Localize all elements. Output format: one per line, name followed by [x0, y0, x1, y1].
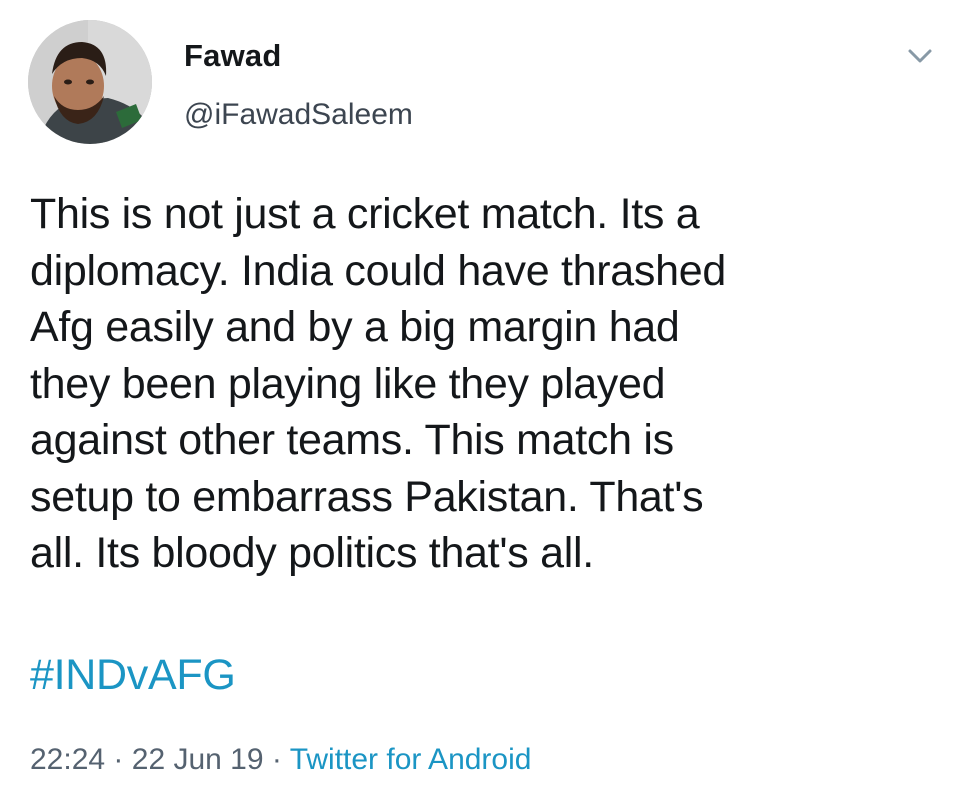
- tweet-meta: 22:24 · 22 Jun 19 · Twitter for Android: [30, 742, 531, 778]
- avatar-image: [28, 20, 152, 144]
- meta-separator: ·: [113, 743, 124, 776]
- tweet-time[interactable]: 22:24: [30, 743, 105, 776]
- tweet-date[interactable]: 22 Jun 19: [132, 743, 264, 776]
- avatar[interactable]: [28, 20, 152, 144]
- tweet-client-link[interactable]: Twitter for Android: [290, 743, 532, 776]
- user-name[interactable]: Fawad: [184, 38, 281, 74]
- user-handle[interactable]: @iFawadSaleem: [184, 98, 413, 132]
- meta-separator: ·: [271, 743, 282, 776]
- hashtag-link[interactable]: #INDvAFG: [30, 647, 236, 703]
- tweet-card: Fawad @iFawadSaleem This is not just a c…: [0, 0, 962, 800]
- tweet-text: This is not just a cricket match. Its a …: [30, 190, 726, 577]
- chevron-down-icon[interactable]: [906, 46, 934, 66]
